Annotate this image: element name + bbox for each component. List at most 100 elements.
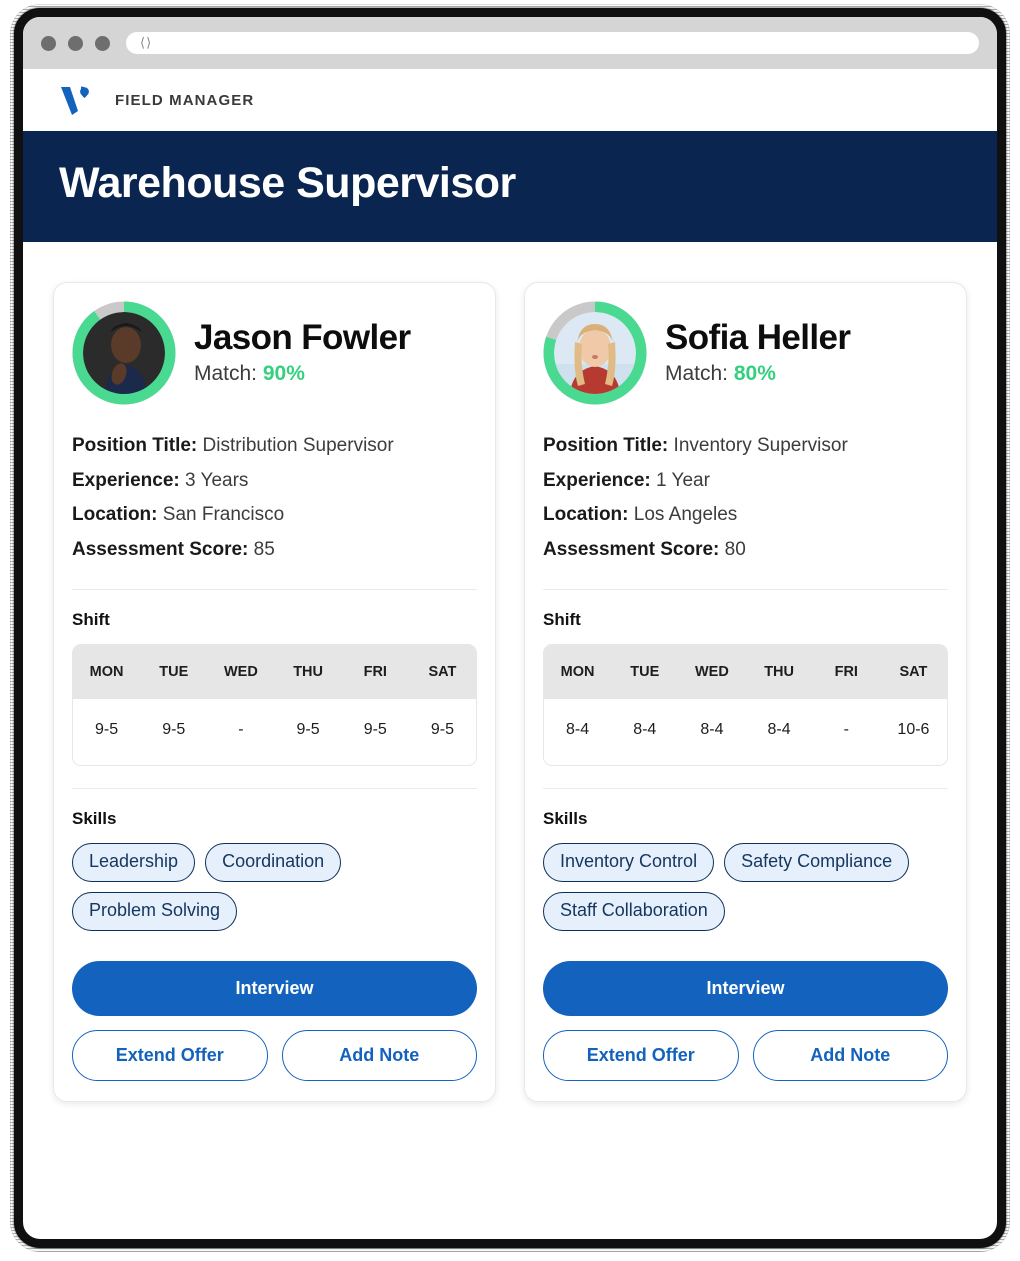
detail-position-title: Position Title: Inventory Supervisor [543, 429, 948, 464]
shift-day-header: TUE [630, 664, 660, 681]
detail-value: San Francisco [162, 504, 285, 526]
shift-table-row: 9-5 9-5 - 9-5 9-5 9-5 [73, 699, 476, 766]
detail-label: Position Title: [72, 435, 198, 456]
candidate-name: Sofia Heller [665, 317, 851, 357]
detail-assessment-score: Assessment Score: 80 [543, 533, 948, 568]
match-label: Match: [665, 362, 729, 386]
extend-offer-button[interactable]: Extend Offer [543, 1030, 739, 1082]
shift-cell: - [238, 721, 244, 739]
shift-day-header: THU [764, 664, 794, 681]
brand-label: FIELD MANAGER [115, 91, 255, 109]
address-bar[interactable]: ⟨⟩ [126, 32, 979, 54]
skill-chip[interactable]: Safety Compliance [724, 843, 910, 883]
shift-day-header: FRI [834, 664, 858, 681]
shift-day-header: WED [224, 664, 258, 681]
divider [543, 589, 948, 591]
detail-value: Los Angeles [633, 504, 738, 526]
shift-table-row: 8-4 8-4 8-4 8-4 - 10-6 [544, 699, 947, 766]
add-note-button[interactable]: Add Note [281, 1030, 477, 1082]
detail-label: Position Title: [543, 435, 669, 456]
shift-cell: 9-5 [430, 721, 454, 739]
candidate-card: Jason Fowler Match: 90% Position Title: … [53, 282, 496, 1103]
shift-cell: 10-6 [897, 721, 930, 739]
match-line: Match: 80% [665, 362, 850, 386]
shift-day-header: FRI [363, 664, 387, 681]
nav-arrows-icon[interactable]: ⟨⟩ [140, 37, 152, 50]
close-dot-icon[interactable] [41, 35, 56, 51]
app-bar: FIELD MANAGER [23, 69, 997, 131]
detail-experience: Experience: 1 Year [543, 464, 948, 499]
minimize-dot-icon[interactable] [68, 35, 83, 51]
detail-location: Location: San Francisco [72, 498, 477, 533]
detail-label: Experience: [543, 469, 651, 491]
browser-window: ⟨⟩ FIELD MANAGER Warehouse Supervisor Ja… [14, 8, 1006, 1248]
card-actions: Interview Extend Offer Add Note [543, 961, 948, 1082]
shift-cell: 9-5 [363, 721, 387, 739]
shift-cell: 8-4 [566, 721, 590, 739]
secondary-actions: Extend Offer Add Note [543, 1030, 948, 1082]
divider [72, 788, 477, 790]
candidate-details: Position Title: Distribution Supervisor … [72, 429, 477, 567]
shift-heading: Shift [72, 610, 110, 630]
detail-value: Inventory Supervisor [673, 435, 848, 456]
candidate-identity: Sofia Heller Match: 80% [665, 317, 851, 387]
candidate-card: Sofia Heller Match: 80% Position Title: … [524, 282, 967, 1103]
avatar-photo-female [554, 312, 636, 394]
hero-banner: Warehouse Supervisor [23, 131, 997, 242]
browser-chrome: ⟨⟩ [23, 17, 997, 69]
shift-cell: 8-4 [767, 721, 791, 739]
shift-table-header: MON TUE WED THU FRI SAT [73, 645, 476, 700]
detail-value: 1 Year [656, 469, 710, 491]
match-ring [72, 301, 176, 405]
shift-cell: 9-5 [162, 721, 186, 739]
add-note-button[interactable]: Add Note [752, 1030, 948, 1082]
shift-day-header: SAT [899, 664, 928, 681]
extend-offer-button[interactable]: Extend Offer [72, 1030, 268, 1082]
skill-chip[interactable]: Leadership [72, 843, 196, 883]
match-line: Match: 90% [194, 362, 410, 386]
detail-location: Location: Los Angeles [543, 498, 948, 533]
shift-day-header: WED [695, 664, 729, 681]
candidate-details: Position Title: Inventory Supervisor Exp… [543, 429, 948, 567]
detail-value: 85 [253, 538, 275, 560]
skill-chip[interactable]: Inventory Control [543, 843, 715, 883]
avatar-photo-male [83, 312, 165, 394]
detail-label: Location: [72, 504, 158, 526]
detail-label: Assessment Score: [72, 538, 249, 560]
card-actions: Interview Extend Offer Add Note [72, 961, 477, 1082]
detail-position-title: Position Title: Distribution Supervisor [72, 429, 477, 464]
skill-chip[interactable]: Coordination [205, 843, 342, 883]
shift-cell: - [843, 721, 849, 739]
detail-assessment-score: Assessment Score: 85 [72, 533, 477, 568]
detail-value: 3 Years [185, 469, 249, 491]
detail-value: 80 [724, 538, 746, 560]
interview-button[interactable]: Interview [72, 961, 477, 1017]
detail-label: Assessment Score: [543, 538, 720, 560]
skills-heading: Skills [543, 809, 588, 829]
candidate-identity: Jason Fowler Match: 90% [194, 319, 411, 387]
shift-day-header: THU [293, 664, 323, 681]
shift-cell: 9-5 [95, 721, 119, 739]
skill-chip[interactable]: Staff Collaboration [543, 892, 725, 932]
skills-list: Leadership Coordination Problem Solving [72, 843, 477, 932]
divider [72, 589, 477, 591]
skills-heading: Skills [72, 809, 117, 829]
shift-cell: 8-4 [633, 721, 657, 739]
divider [543, 788, 948, 790]
shift-table-header: MON TUE WED THU FRI SAT [544, 645, 947, 700]
avatar [554, 312, 636, 394]
detail-experience: Experience: 3 Years [72, 464, 477, 499]
match-value: 90% [262, 362, 305, 386]
interview-button[interactable]: Interview [543, 961, 948, 1017]
shift-table: MON TUE WED THU FRI SAT 8-4 8-4 8-4 8-4 … [543, 644, 948, 767]
maximize-dot-icon[interactable] [95, 35, 110, 51]
detail-label: Location: [543, 504, 629, 526]
skill-chip[interactable]: Problem Solving [72, 892, 238, 932]
match-value: 80% [733, 362, 776, 386]
window-controls[interactable] [41, 35, 110, 51]
skills-list: Inventory Control Safety Compliance Staf… [543, 843, 948, 932]
detail-value: Distribution Supervisor [202, 435, 394, 456]
match-ring [543, 301, 647, 405]
shift-cell: 9-5 [296, 721, 320, 739]
shift-day-header: MON [89, 664, 124, 681]
